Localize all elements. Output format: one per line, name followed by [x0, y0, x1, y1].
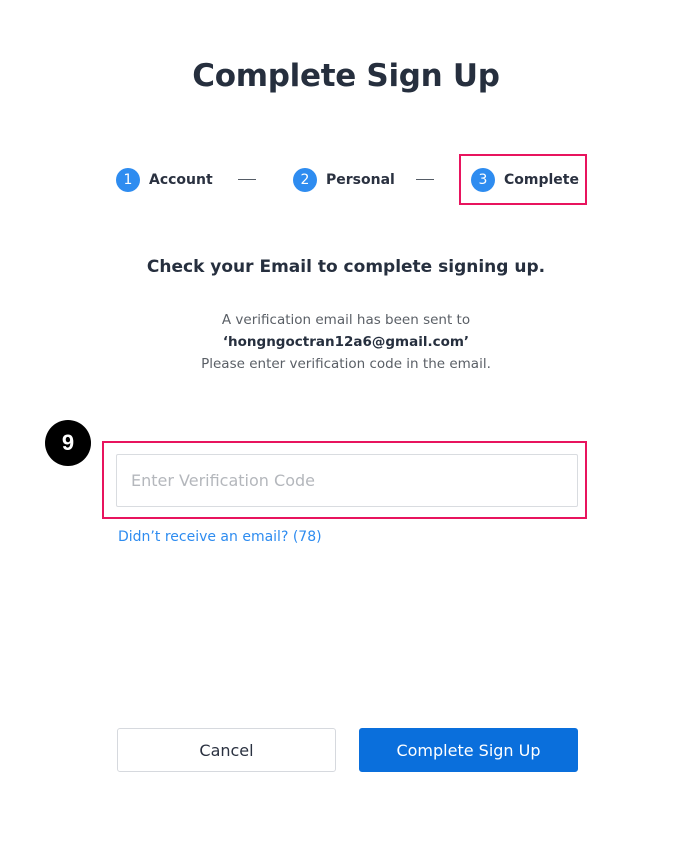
sign-up-page: Complete Sign Up 1 Account 2 Personal 3 …	[0, 0, 692, 842]
step-number-icon: 1	[116, 168, 140, 192]
resend-email-link[interactable]: Didn’t receive an email? (78)	[118, 529, 322, 545]
verification-info: A verification email has been sent to ‘h…	[0, 309, 692, 375]
info-instruction-text: Please enter verification code in the em…	[201, 356, 491, 372]
step-label: Account	[149, 172, 213, 188]
stepper: 1 Account 2 Personal 3 Complete	[0, 166, 692, 194]
highlight-box-complete-step	[459, 154, 587, 205]
annotation-step-badge: 9	[45, 420, 91, 466]
step-label: Personal	[326, 172, 395, 188]
verification-code-input[interactable]	[116, 454, 578, 507]
step-number-icon: 2	[293, 168, 317, 192]
email-address: ‘hongngoctran12a6@gmail.com’	[222, 334, 470, 350]
step-separator	[416, 179, 434, 180]
step-account: 1 Account	[116, 166, 213, 194]
check-email-heading: Check your Email to complete signing up.	[146, 257, 546, 277]
complete-sign-up-button[interactable]: Complete Sign Up	[359, 728, 578, 772]
step-separator	[238, 179, 256, 180]
cancel-button[interactable]: Cancel	[117, 728, 336, 772]
info-sent-text: A verification email has been sent to	[221, 312, 471, 328]
step-personal: 2 Personal	[293, 166, 395, 194]
page-title: Complete Sign Up	[192, 58, 500, 94]
